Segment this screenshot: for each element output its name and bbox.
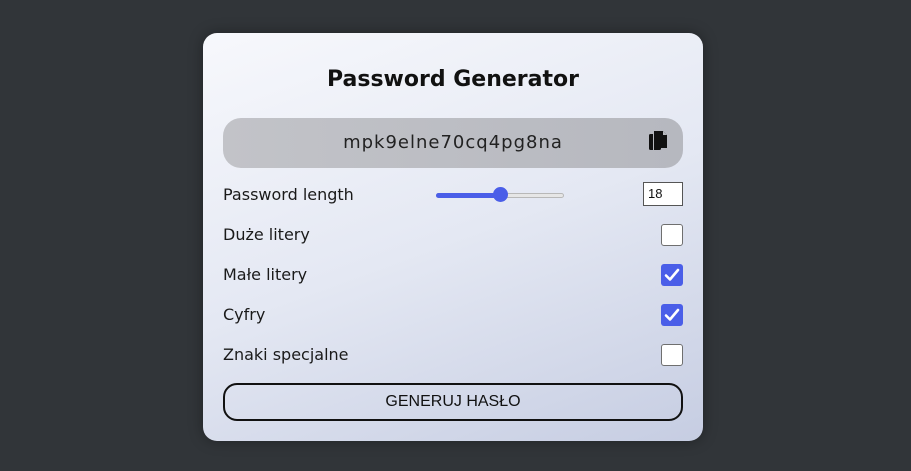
option-label-lowercase: Małe litery: [223, 265, 308, 284]
password-display: mpk9elne70cq4pg8na: [223, 118, 683, 168]
password-length-input[interactable]: 18: [643, 182, 683, 206]
special-chars-checkbox[interactable]: [661, 344, 683, 366]
option-label-digits: Cyfry: [223, 305, 266, 324]
digits-checkbox[interactable]: [661, 304, 683, 326]
password-value: mpk9elne70cq4pg8na: [343, 132, 563, 153]
slider-fill: [436, 193, 500, 198]
page-title: Password Generator: [326, 67, 579, 92]
option-row: Małe litery: [223, 260, 683, 290]
password-length-row: Password length 18: [223, 180, 683, 210]
password-length-label: Password length: [223, 185, 354, 204]
checkmark-icon: [664, 308, 680, 321]
generate-password-button[interactable]: GENERUJ HASŁO: [223, 383, 683, 421]
option-row: Duże litery: [223, 220, 683, 250]
option-label-uppercase: Duże litery: [223, 225, 310, 244]
password-generator-card: Password Generator mpk9elne70cq4pg8na Pa…: [203, 33, 703, 441]
option-label-special: Znaki specjalne: [223, 345, 349, 364]
password-length-slider[interactable]: [436, 187, 564, 202]
uppercase-checkbox[interactable]: [661, 224, 683, 246]
option-row: Cyfry: [223, 300, 683, 330]
checkmark-icon: [664, 268, 680, 281]
lowercase-checkbox[interactable]: [661, 264, 683, 286]
copy-icon[interactable]: [648, 131, 668, 153]
option-row: Znaki specjalne: [223, 340, 683, 370]
slider-thumb[interactable]: [493, 187, 508, 202]
